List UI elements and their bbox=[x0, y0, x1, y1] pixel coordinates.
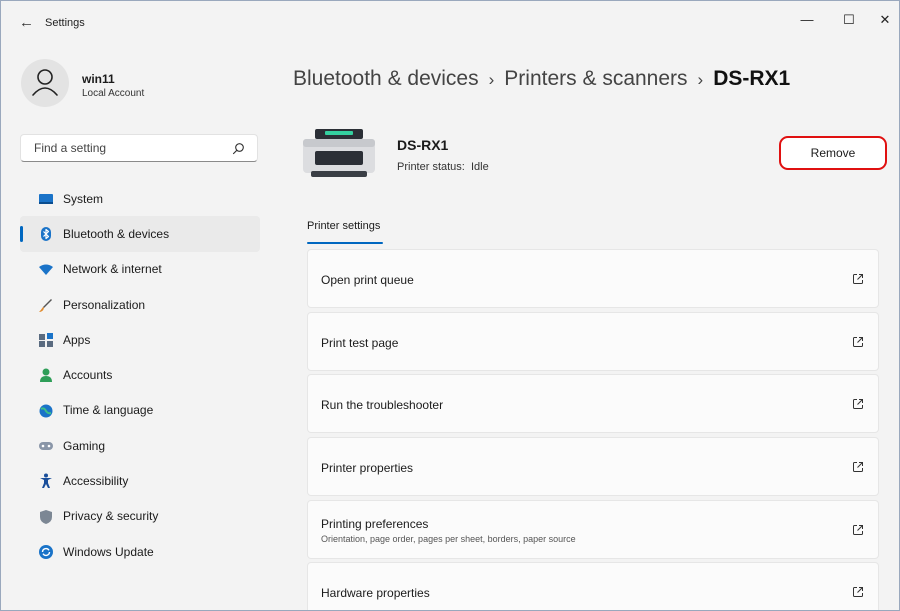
sidebar-item-label: Gaming bbox=[63, 438, 106, 453]
gamepad-icon bbox=[39, 442, 53, 451]
sidebar-item-privacy-security[interactable]: Privacy & security bbox=[20, 499, 260, 534]
breadcrumb-separator: › bbox=[488, 70, 495, 89]
sidebar-item-label: Bluetooth & devices bbox=[63, 226, 170, 241]
sidebar-item-label: Accessibility bbox=[63, 474, 129, 489]
breadcrumb-printers-scanners[interactable]: Printers & scanners bbox=[504, 67, 687, 90]
breadcrumb-bluetooth-devices[interactable]: Bluetooth & devices bbox=[293, 67, 479, 90]
accessibility-icon bbox=[40, 473, 52, 489]
printer-settings-list: Open print queue Print test page Run the… bbox=[307, 249, 879, 610]
card-title: Printer properties bbox=[321, 461, 414, 476]
hardware-properties-card[interactable]: Hardware properties bbox=[307, 562, 879, 610]
external-link-icon bbox=[853, 274, 863, 284]
maximize-button[interactable]: ☐ bbox=[831, 5, 867, 35]
printing-preferences-card[interactable]: Printing preferences Orientation, page o… bbox=[307, 499, 879, 559]
window-title: Settings bbox=[45, 17, 85, 29]
card-title: Hardware properties bbox=[321, 586, 430, 601]
search-box[interactable] bbox=[20, 134, 258, 162]
printer-properties-card[interactable]: Printer properties bbox=[307, 437, 879, 497]
external-link-icon bbox=[853, 524, 863, 535]
selection-indicator bbox=[20, 226, 23, 243]
sidebar-item-label: Windows Update bbox=[63, 544, 154, 559]
external-link-icon bbox=[853, 587, 863, 598]
sidebar-item-label: Apps bbox=[63, 332, 91, 347]
sidebar-item-personalization[interactable]: Personalization bbox=[20, 287, 260, 322]
external-link-icon bbox=[853, 336, 863, 347]
breadcrumb-separator: › bbox=[697, 70, 704, 89]
wifi-icon bbox=[39, 264, 53, 275]
brush-icon bbox=[39, 298, 52, 312]
sidebar-item-accounts[interactable]: Accounts bbox=[20, 357, 260, 392]
user-name: win11 bbox=[82, 72, 115, 86]
print-test-page-card[interactable]: Print test page bbox=[307, 311, 879, 371]
sidebar-item-system[interactable]: System bbox=[20, 181, 260, 216]
close-button[interactable]: ✕ bbox=[867, 5, 899, 35]
search-input[interactable] bbox=[32, 140, 226, 156]
sidebar-item-label: Network & internet bbox=[63, 262, 162, 277]
card-subtitle: Orientation, page order, pages per sheet… bbox=[321, 533, 576, 544]
printer-status-label: Printer status: bbox=[397, 161, 465, 173]
card-title: Open print queue bbox=[321, 273, 414, 287]
printer-icon bbox=[303, 129, 375, 177]
account-type: Local Account bbox=[82, 88, 145, 99]
sidebar-item-bluetooth-devices[interactable]: Bluetooth & devices bbox=[20, 216, 260, 252]
tab-printer-settings[interactable]: Printer settings bbox=[307, 220, 380, 232]
user-icon bbox=[32, 69, 58, 96]
apps-icon bbox=[39, 333, 53, 348]
open-print-queue-card[interactable]: Open print queue bbox=[307, 249, 879, 308]
globe-clock-icon bbox=[39, 404, 53, 418]
breadcrumb: Bluetooth & devices › Printers & scanners ›… bbox=[293, 67, 790, 91]
sidebar-item-apps[interactable]: Apps bbox=[20, 322, 260, 357]
sidebar-item-time-language[interactable]: Time & language bbox=[20, 393, 260, 428]
printer-name: DS-RX1 bbox=[397, 137, 449, 153]
sidebar-item-label: Personalization bbox=[63, 297, 146, 312]
shield-icon bbox=[40, 509, 52, 524]
sidebar-item-label: Privacy & security bbox=[63, 509, 159, 524]
update-icon bbox=[39, 544, 53, 559]
bluetooth-icon bbox=[41, 227, 51, 242]
sidebar-item-label: System bbox=[63, 191, 104, 206]
page-title: DS-RX1 bbox=[713, 67, 791, 90]
sidebar-item-network-internet[interactable]: Network & internet bbox=[20, 252, 260, 287]
external-link-icon bbox=[853, 399, 863, 410]
sidebar-item-label: Accounts bbox=[63, 368, 113, 383]
sidebar-item-windows-update[interactable]: Windows Update bbox=[20, 534, 260, 569]
card-title: Print test page bbox=[321, 335, 399, 350]
title-bar: ← Settings — ☐ ✕ bbox=[1, 1, 899, 41]
printer-status-value: Idle bbox=[470, 161, 489, 173]
card-title: Run the troubleshooter bbox=[321, 398, 444, 413]
run-troubleshooter-card[interactable]: Run the troubleshooter bbox=[307, 374, 879, 434]
minimize-button[interactable]: — bbox=[789, 5, 825, 35]
sidebar-item-gaming[interactable]: Gaming bbox=[20, 428, 260, 463]
tab-underline bbox=[307, 242, 383, 244]
person-icon bbox=[40, 368, 52, 383]
back-button[interactable]: ← bbox=[19, 14, 34, 31]
external-link-icon bbox=[853, 462, 863, 473]
sidebar-nav: System Bluetooth & devices Network & int… bbox=[20, 181, 260, 569]
settings-window: ← Settings — ☐ ✕ win11 Local Account Sys… bbox=[0, 0, 900, 611]
avatar[interactable] bbox=[21, 59, 69, 107]
system-icon bbox=[39, 194, 53, 204]
card-title: Printing preferences bbox=[321, 516, 429, 531]
remove-button[interactable]: Remove bbox=[779, 136, 887, 170]
search-icon[interactable] bbox=[232, 142, 245, 155]
sidebar-item-label: Time & language bbox=[63, 403, 154, 418]
printer-status: Printer status: Idle bbox=[397, 161, 489, 173]
sidebar-item-accessibility[interactable]: Accessibility bbox=[20, 463, 260, 498]
